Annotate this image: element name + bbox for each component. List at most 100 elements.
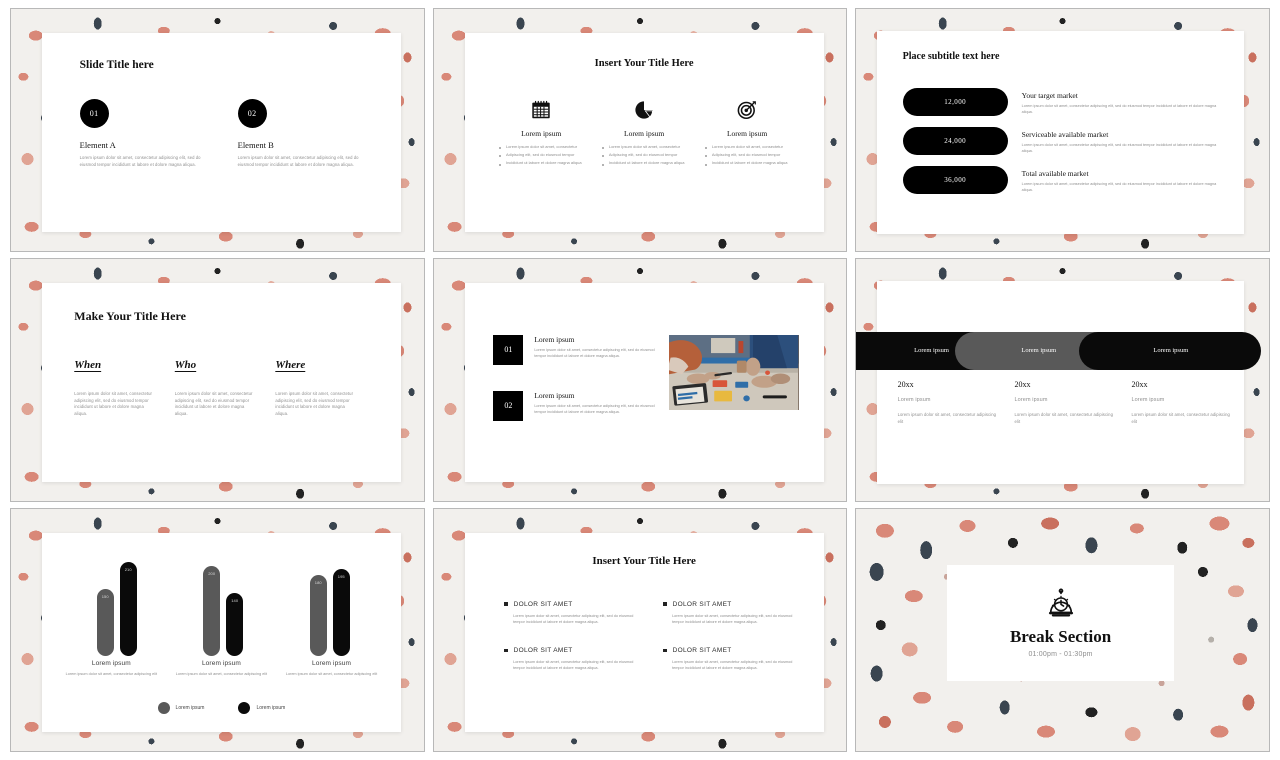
slide-card: Slide Title here 01 Element A Lorem ipsu… <box>41 33 401 232</box>
item-text: Lorem ipsum Lorem ipsum dolor sit amet, … <box>534 335 662 365</box>
timeline-column: 20xx Lorem ipsum Lorem ipsum dolor sit a… <box>898 380 1015 426</box>
icon-column: Lorem ipsum Lorem ipsum dolor sit amet, … <box>490 99 593 169</box>
bar-series-a: 200 <box>203 566 221 657</box>
number-badge: 01 <box>493 334 524 365</box>
bar-value-label: 210 <box>124 567 132 573</box>
bullet-heading: DOLOR SIT AMET <box>663 601 798 608</box>
question-column: Where Lorem ipsum dolor sit amet, consec… <box>275 355 376 419</box>
slide-thumbnail-6[interactable]: Lorem ipsum Lorem ipsum Lorem ipsum 20xx… <box>855 258 1270 502</box>
slide-thumbnail-4[interactable]: Make Your Title Here When Lorem ipsum do… <box>10 258 425 502</box>
timeline-year: 20xx <box>897 380 914 389</box>
break-time-range: 01:00pm - 01:30pm <box>1028 651 1093 659</box>
slide-deck-grid: Slide Title here 01 Element A Lorem ipsu… <box>0 0 1280 760</box>
page-title: Make Your Title Here <box>74 308 186 323</box>
list-item: Incididunt ut labore et dolore magna ali… <box>601 160 687 166</box>
slide-card: Place subtitle text here 12,000 Your tar… <box>876 30 1245 235</box>
category-labels: Lorem ipsum Lorem ipsum dolor sit amet, … <box>56 660 386 677</box>
category-body: Lorem ipsum dolor sit amet, consectetur … <box>65 672 158 677</box>
list-item: Lorem ipsum dolor sit amet, consectetur <box>704 144 790 150</box>
bullet-list: Lorem ipsum dolor sit amet, consectetur … <box>498 144 584 169</box>
timeline-column: 20xx Lorem ipsum Lorem ipsum dolor sit a… <box>1015 380 1132 426</box>
market-body: Lorem ipsum dolor sit amet, consectetur … <box>1021 142 1217 153</box>
table-clock-icon <box>1048 588 1073 617</box>
item-body: Lorem ipsum dolor sit amet, consectetur … <box>534 403 655 414</box>
legend-label: Lorem ipsum <box>175 704 205 711</box>
timeline-year: 20xx <box>1131 380 1148 389</box>
legend-entry: Lorem ipsum <box>157 701 205 714</box>
timeline-columns: 20xx Lorem ipsum Lorem ipsum dolor sit a… <box>898 380 1249 426</box>
element-body: Lorem ipsum dolor sit amet, consectetur … <box>237 154 359 167</box>
category-label: Lorem ipsum Lorem ipsum dolor sit amet, … <box>62 660 161 677</box>
market-value-pill: 12,000 <box>902 87 1008 116</box>
bar-value-label: 200 <box>208 571 216 577</box>
legend-swatch-icon <box>238 701 251 714</box>
question-body: Lorem ipsum dolor sit amet, consectetur … <box>74 390 153 417</box>
bullet-heading: DOLOR SIT AMET <box>663 647 798 654</box>
market-text: Serviceable available market Lorem ipsum… <box>1022 127 1223 154</box>
legend-entry: Lorem ipsum <box>238 701 285 714</box>
market-value-pill: 36,000 <box>902 165 1008 194</box>
slide-thumbnail-1[interactable]: Slide Title here 01 Element A Lorem ipsu… <box>10 8 425 252</box>
category-label: Lorem ipsum Lorem ipsum dolor sit amet, … <box>282 660 381 677</box>
bullet-heading-text: DOLOR SIT AMET <box>672 646 732 654</box>
element-columns: 01 Element A Lorem ipsum dolor sit amet,… <box>79 98 373 169</box>
target-icon <box>737 100 756 119</box>
element-column: 01 Element A Lorem ipsum dolor sit amet,… <box>79 98 203 169</box>
list-item: Adipiscing elit, sed do eiusmod tempor <box>498 152 584 158</box>
bar-series-b: 140 <box>226 593 244 657</box>
market-value-pill: 24,000 <box>902 126 1008 155</box>
timeline-year: 20xx <box>1014 380 1031 389</box>
slide-thumbnail-3[interactable]: Place subtitle text here 12,000 Your tar… <box>855 8 1270 252</box>
element-body: Lorem ipsum dolor sit amet, consectetur … <box>79 154 201 167</box>
question-column: Who Lorem ipsum dolor sit amet, consecte… <box>175 355 276 419</box>
slide-card: Insert Your Title Here Lorem ipsum Lorem… <box>464 33 824 232</box>
question-body: Lorem ipsum dolor sit amet, consectetur … <box>174 390 253 417</box>
legend-swatch-icon <box>157 701 170 714</box>
bullet-block: DOLOR SIT AMET Lorem ipsum dolor sit ame… <box>663 647 798 671</box>
slide-thumbnail-5[interactable]: 01 Lorem ipsum Lorem ipsum dolor sit ame… <box>432 258 848 502</box>
bar-series-a: 150 <box>96 589 114 657</box>
numbered-item: 02 Lorem ipsum Lorem ipsum dolor sit ame… <box>493 390 662 421</box>
element-column: 02 Element B Lorem ipsum dolor sit amet,… <box>237 98 361 169</box>
page-title: Insert Your Title Here <box>592 555 696 568</box>
slide-thumbnail-8[interactable]: Insert Your Title Here DOLOR SIT AMET Lo… <box>432 508 848 752</box>
bar-value-label: 150 <box>101 594 109 600</box>
numbered-item: 01 Lorem ipsum Lorem ipsum dolor sit ame… <box>493 334 662 365</box>
market-body: Lorem ipsum dolor sit amet, consectetur … <box>1021 103 1217 114</box>
list-item: Lorem ipsum dolor sit amet, consectetur <box>498 144 584 150</box>
bullet-body: Lorem ipsum dolor sit amet, consectetur … <box>513 613 634 624</box>
bullet-block: DOLOR SIT AMET Lorem ipsum dolor sit ame… <box>504 647 639 671</box>
icon-column: Lorem ipsum Lorem ipsum dolor sit amet, … <box>696 99 799 169</box>
market-text: Your target market Lorem ipsum dolor sit… <box>1022 88 1223 115</box>
question-columns: When Lorem ipsum dolor sit amet, consect… <box>74 355 376 419</box>
break-card: Break Section 01:00pm - 01:30pm <box>947 564 1175 681</box>
question-body: Lorem ipsum dolor sit amet, consectetur … <box>275 390 354 417</box>
timeline-subheading: Lorem ipsum <box>897 397 931 403</box>
question-column: When Lorem ipsum dolor sit amet, consect… <box>74 355 175 419</box>
item-heading: Lorem ipsum <box>534 334 575 344</box>
item-heading: Lorem ipsum <box>534 390 575 400</box>
bullet-list: Lorem ipsum dolor sit amet, consectetur … <box>601 144 687 169</box>
slide-card: Insert Your Title Here DOLOR SIT AMET Lo… <box>464 533 824 732</box>
market-row: 24,000 Serviceable available market Lore… <box>902 126 1223 155</box>
timeline-body: Lorem ipsum dolor sit amet, consectetur … <box>1131 412 1230 424</box>
bar-value-label: 195 <box>337 574 345 580</box>
bullet-block: DOLOR SIT AMET Lorem ipsum dolor sit ame… <box>504 601 639 625</box>
break-title: Break Section <box>1009 627 1112 647</box>
slide-thumbnail-2[interactable]: Insert Your Title Here Lorem ipsum Lorem… <box>432 8 848 252</box>
bullet-grid: DOLOR SIT AMET Lorem ipsum dolor sit ame… <box>504 601 798 671</box>
market-heading: Total available market <box>1021 168 1089 178</box>
meeting-photo <box>669 334 799 411</box>
bullet-heading-text: DOLOR SIT AMET <box>672 600 732 608</box>
pie-chart-icon <box>635 101 654 119</box>
slide-thumbnail-7[interactable]: 150 210 200 140 180 195 Lorem ipsum Lore… <box>10 508 425 752</box>
timeline-column: 20xx Lorem ipsum Lorem ipsum dolor sit a… <box>1131 380 1248 426</box>
category-heading: Lorem ipsum <box>201 660 241 668</box>
timeline-bar: Lorem ipsum Lorem ipsum Lorem ipsum <box>856 331 1261 371</box>
bar-series-b: 195 <box>332 569 350 657</box>
timeline-subheading: Lorem ipsum <box>1014 397 1048 403</box>
list-item: Adipiscing elit, sed do eiusmod tempor <box>704 152 790 158</box>
slide-thumbnail-9[interactable]: Break Section 01:00pm - 01:30pm <box>855 508 1270 752</box>
column-heading: Lorem ipsum <box>521 128 562 138</box>
item-body: Lorem ipsum dolor sit amet, consectetur … <box>534 347 655 358</box>
